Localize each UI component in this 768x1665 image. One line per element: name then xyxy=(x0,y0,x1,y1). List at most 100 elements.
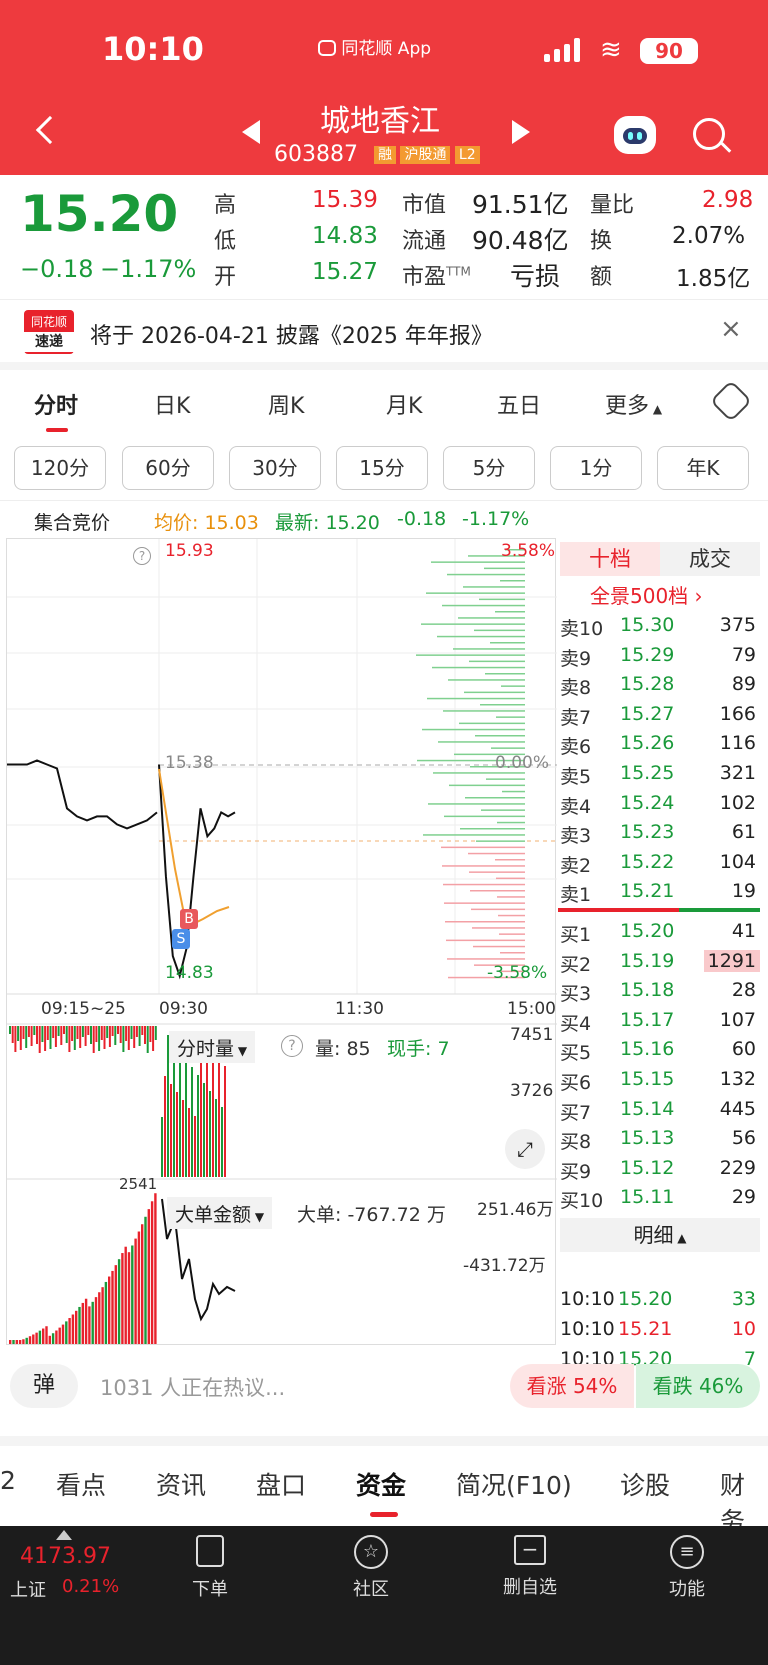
tab-f10[interactable]: 简况(F10) xyxy=(456,1466,572,1502)
period-120min[interactable]: 120分 xyxy=(14,446,106,490)
close-icon[interactable]: × xyxy=(720,314,742,344)
depth-bar xyxy=(426,592,525,594)
bid-price: 15.17 xyxy=(620,1008,675,1031)
nav-remove-watchlist[interactable]: − 删自选 xyxy=(490,1535,570,1599)
ask-price: 15.30 xyxy=(620,614,675,636)
expand-icon[interactable]: ⤢ xyxy=(505,1129,545,1169)
ask-row[interactable]: 卖2 15.22 104 xyxy=(560,849,760,877)
depth-bar xyxy=(499,933,525,935)
full-depth-link[interactable]: 全景500档 › xyxy=(590,580,703,609)
depth-bar xyxy=(496,716,525,718)
period-15min[interactable]: 15分 xyxy=(336,446,428,490)
volume-selector[interactable]: 分时量 ▼ xyxy=(169,1031,256,1063)
back-icon[interactable] xyxy=(35,115,65,145)
big-order-bar xyxy=(42,1328,45,1344)
bullet-comment-button[interactable]: 弹 xyxy=(10,1364,78,1408)
bid-row[interactable]: 买7 15.14 445 xyxy=(560,1096,760,1124)
ask-row[interactable]: 卖3 15.23 61 xyxy=(560,819,760,847)
volume-bar xyxy=(185,1059,187,1177)
bid-row[interactable]: 买3 15.18 28 xyxy=(560,977,760,1005)
ask-price: 15.28 xyxy=(620,673,675,696)
ask-price: 15.26 xyxy=(620,732,675,755)
bid-row[interactable]: 买10 15.11 29 xyxy=(560,1184,760,1212)
bid-row[interactable]: 买4 15.17 107 xyxy=(560,1007,760,1035)
index-value[interactable]: 4173.97 xyxy=(20,1544,111,1569)
ask-volume: 61 xyxy=(731,821,756,844)
ask-row[interactable]: 卖4 15.24 102 xyxy=(560,790,760,818)
tab-more[interactable]: 更多 ▲ xyxy=(605,388,662,420)
tab-handicap[interactable]: 盘口 xyxy=(256,1466,306,1502)
big-order-selector[interactable]: 大单金额 ▼ xyxy=(167,1197,273,1229)
tab-news[interactable]: 资讯 xyxy=(156,1466,206,1502)
robot-icon[interactable] xyxy=(614,116,656,154)
bid-row[interactable]: 买6 15.15 132 xyxy=(560,1066,760,1094)
period-30min[interactable]: 30分 xyxy=(229,446,321,490)
tab-monthly-k[interactable]: 月K xyxy=(386,388,422,420)
volume-bar xyxy=(17,1026,20,1041)
next-stock-icon[interactable] xyxy=(512,120,530,144)
bid-row[interactable]: 买5 15.16 60 xyxy=(560,1036,760,1064)
nav-functions[interactable]: ≡ 功能 xyxy=(647,1535,727,1601)
bid-row[interactable]: 买9 15.12 229 xyxy=(560,1155,760,1183)
tab-funds[interactable]: 资金 xyxy=(356,1466,406,1502)
sell-marker[interactable]: S xyxy=(172,929,190,949)
bid-row[interactable]: 买1 15.20 41 xyxy=(560,918,760,946)
buy-marker[interactable]: B xyxy=(180,909,198,929)
ask-row[interactable]: 卖5 15.25 321 xyxy=(560,760,760,788)
notice-bar[interactable]: 同花顺 速递 将于 2026-04-21 披露《2025 年年报》 × xyxy=(0,300,768,362)
tab-trades[interactable]: 成交 xyxy=(660,542,760,576)
ask-row[interactable]: 卖7 15.27 166 xyxy=(560,701,760,729)
depth-bar xyxy=(479,598,525,601)
period-60min[interactable]: 60分 xyxy=(122,446,214,490)
tab-partial[interactable]: 2 xyxy=(0,1466,16,1495)
amount-value: 1.85亿 xyxy=(676,266,751,292)
tab-five-day[interactable]: 五日 xyxy=(497,388,541,420)
bid-row[interactable]: 买8 15.13 56 xyxy=(560,1125,760,1153)
bid-row[interactable]: 买2 15.19 1291 xyxy=(560,948,760,976)
depth-bar xyxy=(458,617,525,619)
ask-price: 15.21 xyxy=(620,880,675,903)
trade-time: 10:10 xyxy=(560,1318,615,1340)
help-icon[interactable]: ? xyxy=(281,1035,303,1057)
tab-daily-k[interactable]: 日K xyxy=(154,388,190,420)
chart-area[interactable]: 15.93 15.38 14.83 3.58% 0.00% -3.58% ? B… xyxy=(6,538,557,1345)
depth-bar xyxy=(447,958,525,960)
high-value: 15.39 xyxy=(312,187,378,213)
nav-community[interactable]: ☆ 社区 xyxy=(331,1535,411,1601)
ask-row[interactable]: 卖9 15.29 79 xyxy=(560,642,760,670)
depth-bar xyxy=(480,704,525,706)
search-icon[interactable] xyxy=(693,118,725,150)
volume-bar xyxy=(194,1116,196,1177)
tab-weekly-k[interactable]: 周K xyxy=(268,388,304,420)
ask-price: 15.27 xyxy=(620,702,675,725)
ask-row[interactable]: 卖6 15.26 116 xyxy=(560,730,760,758)
depth-bar xyxy=(498,914,525,917)
discussion-text[interactable]: 1031 人正在热议... xyxy=(100,1372,285,1402)
bid-volume: 56 xyxy=(731,1127,756,1150)
big-order-bar xyxy=(137,1231,141,1344)
tab-highlights[interactable]: 看点 xyxy=(56,1466,106,1502)
volume-bar xyxy=(90,1026,92,1044)
tab-ten-levels[interactable]: 十档 xyxy=(560,542,660,576)
period-year-k[interactable]: 年K xyxy=(657,446,749,490)
tab-intraday[interactable]: 分时 xyxy=(34,388,78,420)
nav-order[interactable]: 下单 xyxy=(170,1535,250,1601)
bullish-button[interactable]: 看涨 54% xyxy=(510,1364,634,1408)
depth-bar xyxy=(423,834,525,836)
detail-header[interactable]: 明细 ▲ xyxy=(560,1218,760,1252)
tab-diagnosis[interactable]: 诊股 xyxy=(620,1466,670,1502)
prev-stock-icon[interactable] xyxy=(242,120,260,144)
ask-row[interactable]: 卖10 15.30 375 xyxy=(560,612,760,640)
big-order-bar xyxy=(91,1301,94,1344)
period-1min[interactable]: 1分 xyxy=(550,446,642,490)
bid-volume: 1291 xyxy=(703,949,760,972)
ask-row[interactable]: 卖1 15.21 19 xyxy=(560,878,760,906)
depth-bar xyxy=(437,635,525,638)
ask-row[interactable]: 卖8 15.28 89 xyxy=(560,671,760,699)
settings-hex-icon[interactable] xyxy=(709,379,753,423)
volume-bar xyxy=(73,1026,76,1050)
help-icon[interactable]: ? xyxy=(133,547,151,565)
volume-bar xyxy=(60,1026,63,1045)
bearish-button[interactable]: 看跌 46% xyxy=(636,1364,760,1408)
period-5min[interactable]: 5分 xyxy=(443,446,535,490)
